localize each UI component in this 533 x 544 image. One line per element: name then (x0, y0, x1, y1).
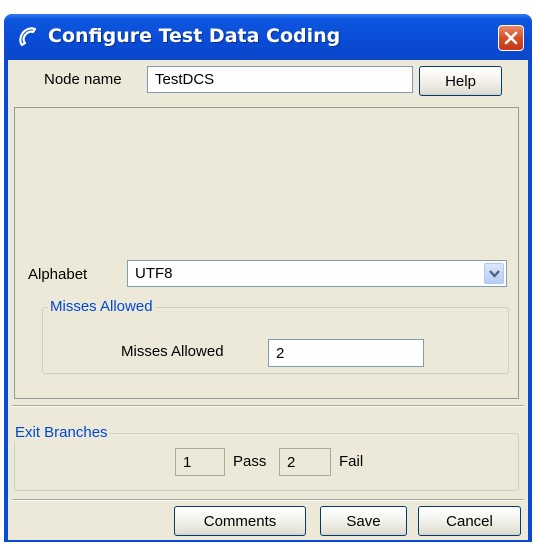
comments-button[interactable]: Comments (174, 506, 306, 536)
main-panel: Alphabet UTF8 Misses Allowed Misses Allo… (14, 107, 519, 399)
node-name-input[interactable]: TestDCS (147, 66, 413, 93)
alphabet-select[interactable]: UTF8 (127, 260, 507, 287)
save-button[interactable]: Save (320, 506, 407, 536)
branch-1-label: Pass (233, 453, 267, 470)
window-title: Configure Test Data Coding (48, 25, 341, 47)
separator-highlight (12, 406, 524, 407)
node-name-label: Node name (44, 71, 122, 88)
dialog-window: Configure Test Data Coding Node name Tes… (4, 14, 532, 542)
footer-separator-highlight (12, 500, 524, 501)
misses-allowed-label: Misses Allowed (121, 343, 224, 360)
phone-handset-icon (16, 25, 40, 49)
dropdown-button[interactable] (484, 263, 504, 284)
misses-allowed-group: Misses Allowed Misses Allowed 2 (42, 298, 509, 374)
branch-1-number: 1 (175, 448, 225, 476)
branch-2-number: 2 (279, 448, 331, 476)
cancel-button[interactable]: Cancel (418, 506, 521, 536)
close-icon (504, 31, 518, 45)
title-bar[interactable]: Configure Test Data Coding (4, 14, 532, 60)
exit-branches-legend: Exit Branches (13, 424, 110, 441)
chevron-down-icon (489, 270, 500, 278)
alphabet-select-value: UTF8 (135, 265, 173, 282)
close-button[interactable] (498, 25, 524, 51)
dialog-content: Node name TestDCS Help Alphabet UTF8 Mis… (8, 60, 528, 540)
misses-allowed-legend: Misses Allowed (48, 298, 155, 315)
branch-2-label: Fail (339, 453, 364, 470)
exit-branches-group: Exit Branches 1 Pass 2 Fail (13, 424, 519, 491)
help-button[interactable]: Help (419, 66, 502, 96)
alphabet-label: Alphabet (28, 266, 88, 283)
misses-allowed-input[interactable]: 2 (268, 339, 424, 367)
